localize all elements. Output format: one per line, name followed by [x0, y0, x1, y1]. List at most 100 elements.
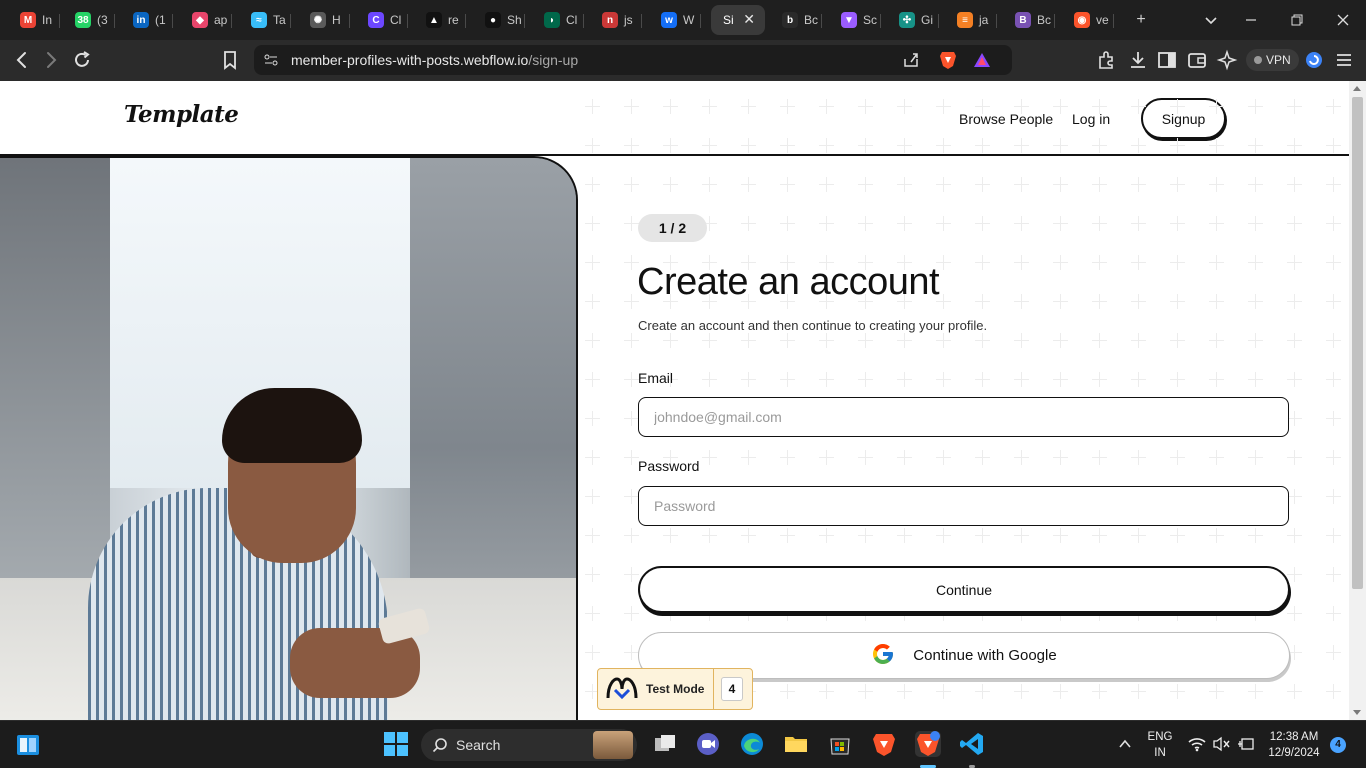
page-scrollbar[interactable]	[1349, 81, 1366, 720]
gmail-icon: M	[20, 12, 36, 28]
grid-plus-mark	[1053, 138, 1068, 153]
grid-plus-mark	[819, 450, 834, 465]
browser-tab[interactable]: ✺ H	[298, 5, 350, 35]
browser-tab[interactable]: in (1	[121, 5, 173, 35]
grid-plus-mark	[624, 450, 639, 465]
vscode-icon[interactable]	[959, 731, 985, 757]
scroll-up-icon[interactable]	[1353, 86, 1361, 91]
wifi-icon[interactable]	[1188, 736, 1206, 757]
download-icon[interactable]	[1126, 48, 1150, 72]
notification-badge[interactable]: 4	[1330, 737, 1346, 753]
leo-ai-icon[interactable]	[1215, 48, 1239, 72]
grid-plus-mark	[1170, 255, 1185, 270]
wallet-icon[interactable]	[1185, 48, 1209, 72]
grid-plus-mark	[1092, 294, 1107, 309]
grid-plus-mark	[1053, 255, 1068, 270]
grid-plus-mark	[1053, 177, 1068, 192]
grid-plus-mark	[702, 528, 717, 543]
tab-title: Sc	[863, 13, 878, 27]
grid-plus-mark	[1131, 333, 1146, 348]
task-view-icon[interactable]	[652, 731, 678, 757]
password-field[interactable]	[638, 486, 1289, 526]
share-icon[interactable]	[902, 51, 920, 74]
brave-taskbar-icon[interactable]	[871, 731, 897, 757]
minimize-icon[interactable]	[1239, 8, 1263, 32]
browser-tab[interactable]: ≡ ja	[945, 5, 997, 35]
sidebar-icon[interactable]	[1155, 48, 1179, 72]
microsoft-store-icon[interactable]	[827, 731, 853, 757]
gitkraken-icon: ✣	[899, 12, 915, 28]
language-top[interactable]: ENG	[1146, 731, 1174, 743]
browser-tab[interactable]: wW	[649, 5, 701, 35]
browser-tab[interactable]: ◗ Cl	[532, 5, 584, 35]
browser-tab[interactable]: ◉ ve	[1062, 5, 1114, 35]
browser-tab[interactable]: ▲ re	[414, 5, 466, 35]
site-logo[interactable]: Template	[124, 101, 239, 128]
back-icon[interactable]	[10, 48, 34, 72]
widgets-icon[interactable]	[16, 733, 40, 757]
language-bottom[interactable]: IN	[1146, 747, 1174, 759]
address-bar[interactable]: member-profiles-with-posts.webflow.io/si…	[254, 45, 1012, 75]
browser-tab[interactable]: b Bc	[770, 5, 822, 35]
browser-tab[interactable]: ✣ Gi	[887, 5, 939, 35]
grid-plus-mark	[1248, 216, 1263, 231]
grid-plus-mark	[1287, 216, 1302, 231]
edge-icon[interactable]	[739, 731, 765, 757]
new-tab-button[interactable]: +	[1129, 8, 1153, 32]
brave-shields-icon[interactable]	[939, 50, 957, 75]
clock-date[interactable]: 12/9/2024	[1262, 747, 1326, 759]
browser-tab[interactable]: ◆ ap	[180, 5, 232, 35]
grid-plus-mark	[585, 255, 600, 270]
browser-tab[interactable]: ▼ Sc	[829, 5, 881, 35]
forward-icon[interactable]	[39, 48, 63, 72]
close-window-icon[interactable]	[1331, 8, 1355, 32]
grid-plus-mark	[1014, 450, 1029, 465]
tab-search-icon[interactable]	[1199, 8, 1223, 32]
site-info-icon[interactable]	[263, 52, 279, 73]
test-mode-badge[interactable]: Test Mode 4	[597, 668, 753, 710]
browser-tab[interactable]: n js	[590, 5, 642, 35]
profile-icon[interactable]	[1302, 48, 1326, 72]
email-field[interactable]	[638, 397, 1289, 437]
teams-meet-icon[interactable]	[695, 731, 721, 757]
browser-tab[interactable]: M In	[8, 5, 60, 35]
scroll-down-icon[interactable]	[1353, 710, 1361, 715]
hero-image	[0, 156, 578, 720]
vpn-label: VPN	[1266, 53, 1291, 67]
browser-tab[interactable]: Si ✕	[711, 5, 765, 35]
browser-tab[interactable]: ≈ Ta	[239, 5, 291, 35]
grid-plus-mark	[1287, 255, 1302, 270]
reload-icon[interactable]	[70, 48, 94, 72]
restore-icon[interactable]	[1285, 8, 1309, 32]
extensions-icon[interactable]	[1095, 48, 1119, 72]
close-tab-icon[interactable]: ✕	[743, 11, 755, 28]
clock-time[interactable]: 12:38 AM	[1262, 731, 1326, 743]
browser-tab[interactable]: ● Sh	[473, 5, 525, 35]
nav-browse-people[interactable]: Browse People	[959, 111, 1053, 127]
vpn-button[interactable]: VPN	[1246, 49, 1299, 71]
chevron-up-icon[interactable]	[1117, 736, 1133, 757]
grid-plus-mark	[1209, 333, 1224, 348]
grid-plus-mark	[1170, 138, 1185, 153]
scrollbar-thumb[interactable]	[1352, 97, 1363, 589]
volume-muted-icon[interactable]	[1212, 736, 1230, 757]
linkedin-icon: in	[133, 12, 149, 28]
brave-rewards-icon[interactable]	[973, 51, 991, 74]
file-explorer-icon[interactable]	[783, 731, 809, 757]
bookmark-icon[interactable]	[218, 48, 242, 72]
grid-plus-mark	[624, 138, 639, 153]
grid-plus-mark	[897, 138, 912, 153]
start-icon[interactable]	[383, 731, 409, 757]
tab-separator	[880, 14, 881, 28]
menu-icon[interactable]	[1332, 48, 1356, 72]
browser-tab[interactable]: C Cl	[356, 5, 408, 35]
grid-plus-mark	[897, 450, 912, 465]
grid-plus-mark	[780, 333, 795, 348]
battery-icon[interactable]	[1237, 736, 1255, 757]
taskbar-search[interactable]: Search	[421, 729, 637, 761]
browser-tab[interactable]: 38 (3	[63, 5, 115, 35]
browser-tab[interactable]: B Bc	[1003, 5, 1055, 35]
grid-plus-mark	[1131, 216, 1146, 231]
brave-active-window-icon[interactable]	[915, 731, 941, 757]
continue-button[interactable]: Continue	[638, 566, 1290, 613]
